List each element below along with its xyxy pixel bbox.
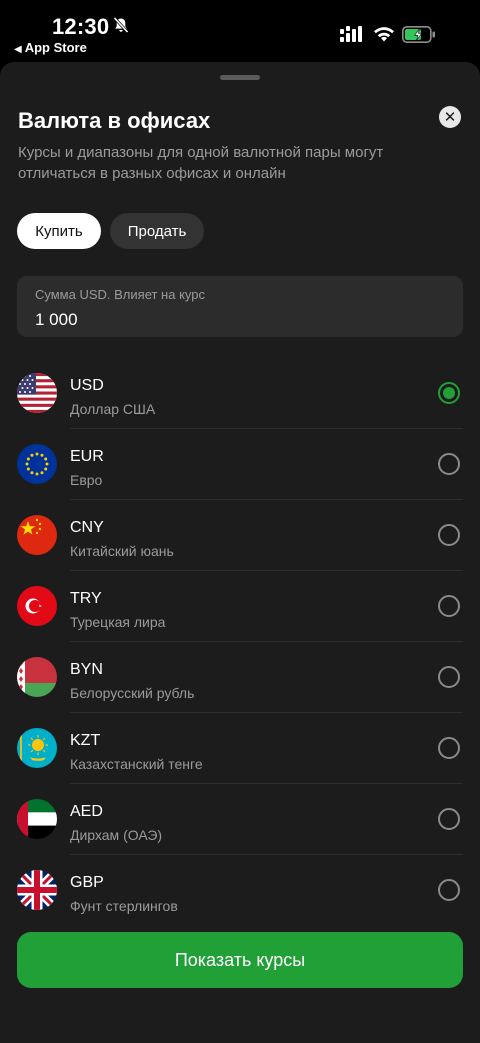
radio-unselected[interactable] [438,453,460,475]
currency-code: GBP [70,874,104,891]
back-arrow-icon: ◀ [14,44,22,55]
currency-name: Доллар США [70,401,156,417]
battery-charging-icon [402,26,435,43]
currency-item-kzt[interactable]: KZT Казахстанский тенге [0,713,480,784]
radio-selected[interactable] [438,382,460,404]
currency-name: Турецкая лира [70,614,166,630]
china-flag-icon [17,515,57,555]
currency-code: EUR [70,448,104,465]
status-bar: 12:30 ◀ App Store [0,0,480,62]
currency-code: KZT [70,732,101,749]
radio-unselected[interactable] [438,666,460,688]
amount-field-label: Сумма USD. Влияет на курс [35,287,205,302]
currency-code: AED [70,803,103,820]
cellular-signal-icon [340,26,362,42]
currency-item-aed[interactable]: AED Дирхам (ОАЭ) [0,784,480,855]
wifi-icon [374,27,394,42]
sheet-subtitle: Курсы и диапазоны для одной валютной пар… [18,144,384,182]
status-time: 12:30 [52,14,110,39]
show-rates-button[interactable]: Показать курсы [17,932,463,988]
sheet-title: Валюта в офисах [18,108,211,133]
back-to-app-store[interactable]: ◀ App Store [14,40,87,55]
amount-field[interactable]: Сумма USD. Влияет на курс 1 000 [17,276,463,337]
currency-name: Китайский юань [70,543,174,559]
uk-flag-icon [17,870,57,910]
currency-code: USD [70,377,104,394]
kazakhstan-flag-icon [17,728,57,768]
currency-item-eur[interactable]: EUR Евро [0,429,480,500]
currency-item-cny[interactable]: CNY Китайский юань [0,500,480,571]
back-app-label: App Store [24,40,87,55]
segment-buy[interactable]: Купить [17,213,101,249]
currency-item-usd[interactable]: USD Доллар США [0,358,480,429]
currency-item-try[interactable]: TRY Турецкая лира [0,571,480,642]
belarus-flag-icon [17,657,57,697]
currency-name: Казахстанский тенге [70,756,203,772]
usa-flag-icon [17,373,57,413]
currency-name: Фунт стерлингов [70,898,178,914]
currency-list: USD Доллар США EUR Евро CNY Китайский юа… [0,358,480,926]
segment-sell[interactable]: Продать [110,213,204,249]
close-button[interactable]: ✕ [439,106,461,128]
radio-unselected[interactable] [438,879,460,901]
radio-unselected[interactable] [438,524,460,546]
currency-name: Белорусский рубль [70,685,195,701]
radio-unselected[interactable] [438,808,460,830]
uae-flag-icon [17,799,57,839]
sheet-grabber[interactable] [220,75,260,80]
radio-unselected[interactable] [438,595,460,617]
currency-name: Евро [70,472,103,488]
currency-item-gbp[interactable]: GBP Фунт стерлингов [0,855,480,926]
eu-flag-icon [17,444,57,484]
close-icon: ✕ [443,108,457,126]
currency-item-byn[interactable]: BYN Белорусский рубль [0,642,480,713]
currency-code: CNY [70,519,104,536]
currency-name: Дирхам (ОАЭ) [70,827,163,843]
amount-field-value[interactable]: 1 000 [35,310,78,330]
currency-code: TRY [70,590,102,607]
bottom-sheet: Валюта в офисах ✕ Курсы и диапазоны для … [0,62,480,1043]
radio-unselected[interactable] [438,737,460,759]
bell-muted-icon [113,16,129,34]
currency-code: BYN [70,661,103,678]
turkey-flag-icon [17,586,57,626]
